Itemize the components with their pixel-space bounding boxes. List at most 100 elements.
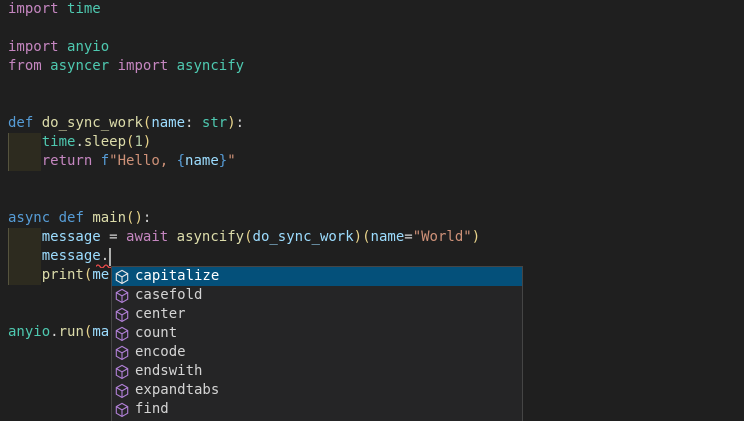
symbol-method-icon [114, 326, 130, 342]
code-token: sleep [84, 134, 126, 150]
code-token [42, 58, 50, 74]
suggest-item-expandtabs[interactable]: expandtabs [112, 381, 522, 400]
code-token: main [92, 210, 126, 226]
code-token: "World" [413, 229, 472, 245]
code-line[interactable] [8, 171, 480, 190]
code-token: ) [143, 134, 151, 150]
code-token: ma [92, 324, 109, 340]
code-line[interactable]: async def main(): [8, 209, 480, 228]
suggest-item-endswith[interactable]: endswith [112, 362, 522, 381]
code-token [168, 229, 176, 245]
code-editor[interactable]: import timeimport anyiofrom asyncer impo… [0, 0, 744, 421]
code-token: ) [227, 115, 235, 131]
symbol-method-icon [114, 288, 130, 304]
code-token: name [185, 153, 219, 169]
suggest-item-label: endswith [135, 362, 202, 381]
code-token [109, 58, 117, 74]
code-token: def [8, 115, 33, 131]
suggest-item-label: count [135, 324, 177, 343]
code-line[interactable]: from asyncer import asyncify [8, 57, 480, 76]
code-token: 1 [134, 134, 142, 150]
symbol-method-icon [114, 269, 130, 285]
code-token: time [42, 134, 76, 150]
suggest-item-label: center [135, 305, 186, 324]
code-token: ) [472, 229, 480, 245]
code-token: : [143, 210, 151, 226]
code-token: { [177, 153, 185, 169]
code-token: from [8, 58, 42, 74]
code-token [59, 39, 67, 55]
code-token: ( [244, 229, 252, 245]
code-line[interactable] [8, 190, 480, 209]
code-token [50, 210, 58, 226]
code-token [8, 229, 42, 245]
symbol-method-icon [114, 345, 130, 361]
code-token: f [101, 153, 109, 169]
code-token: : [236, 115, 244, 131]
code-token: . [101, 248, 109, 264]
code-token [168, 58, 176, 74]
code-token [8, 153, 42, 169]
code-token [33, 115, 41, 131]
code-token [118, 229, 126, 245]
code-token: = [109, 229, 117, 245]
suggest-item-center[interactable]: center [112, 305, 522, 324]
symbol-method-icon [114, 402, 130, 418]
code-line[interactable]: message = await asyncify(do_sync_work)(n… [8, 228, 480, 247]
suggest-item-casefold[interactable]: casefold [112, 286, 522, 305]
suggest-item-label: find [135, 400, 169, 419]
code-line[interactable]: message. [8, 247, 480, 266]
code-token: anyio [67, 39, 109, 55]
code-token: asyncify [177, 229, 244, 245]
suggest-item-label: encode [135, 343, 186, 362]
code-token: " [227, 153, 235, 169]
suggest-item-label: capitalize [135, 267, 219, 286]
code-token: message [42, 229, 101, 245]
symbol-method-icon [114, 307, 130, 323]
code-line[interactable]: import time [8, 0, 480, 19]
code-token [8, 267, 42, 283]
code-line[interactable]: import anyio [8, 38, 480, 57]
code-token: name [371, 229, 405, 245]
symbol-method-icon [114, 364, 130, 380]
code-token [8, 134, 42, 150]
autocomplete-dropdown[interactable]: capitalize casefold center count encode … [111, 266, 523, 421]
code-line[interactable]: time.sleep(1) [8, 133, 480, 152]
code-token: print [42, 267, 84, 283]
code-token: async [8, 210, 50, 226]
code-token: ( [362, 229, 370, 245]
text-cursor [109, 248, 111, 266]
suggest-item-label: casefold [135, 286, 202, 305]
code-token: me [92, 267, 109, 283]
code-token: str [202, 115, 227, 131]
code-token: await [126, 229, 168, 245]
symbol-method-icon [114, 383, 130, 399]
code-token [92, 153, 100, 169]
code-token: do_sync_work [42, 115, 143, 131]
code-line[interactable]: def do_sync_work(name: str): [8, 114, 480, 133]
suggest-item-count[interactable]: count [112, 324, 522, 343]
code-token: } [219, 153, 227, 169]
code-token [101, 229, 109, 245]
code-token: import [8, 1, 59, 17]
code-token [8, 248, 42, 264]
code-token: = [404, 229, 412, 245]
suggest-item-label: expandtabs [135, 381, 219, 400]
code-token: . [75, 134, 83, 150]
code-token: anyio [8, 324, 50, 340]
code-token: asyncer [50, 58, 109, 74]
suggest-item-find[interactable]: find [112, 400, 522, 419]
code-line[interactable] [8, 95, 480, 114]
code-token: do_sync_work [253, 229, 354, 245]
code-token [193, 115, 201, 131]
code-line[interactable] [8, 76, 480, 95]
code-token: name [151, 115, 185, 131]
suggest-item-encode[interactable]: encode [112, 343, 522, 362]
code-line[interactable]: return f"Hello, {name}" [8, 152, 480, 171]
code-token: time [67, 1, 101, 17]
code-token: asyncify [177, 58, 244, 74]
code-token: run [59, 324, 84, 340]
code-line[interactable] [8, 19, 480, 38]
code-token: ) [354, 229, 362, 245]
suggest-item-capitalize[interactable]: capitalize [112, 267, 522, 286]
